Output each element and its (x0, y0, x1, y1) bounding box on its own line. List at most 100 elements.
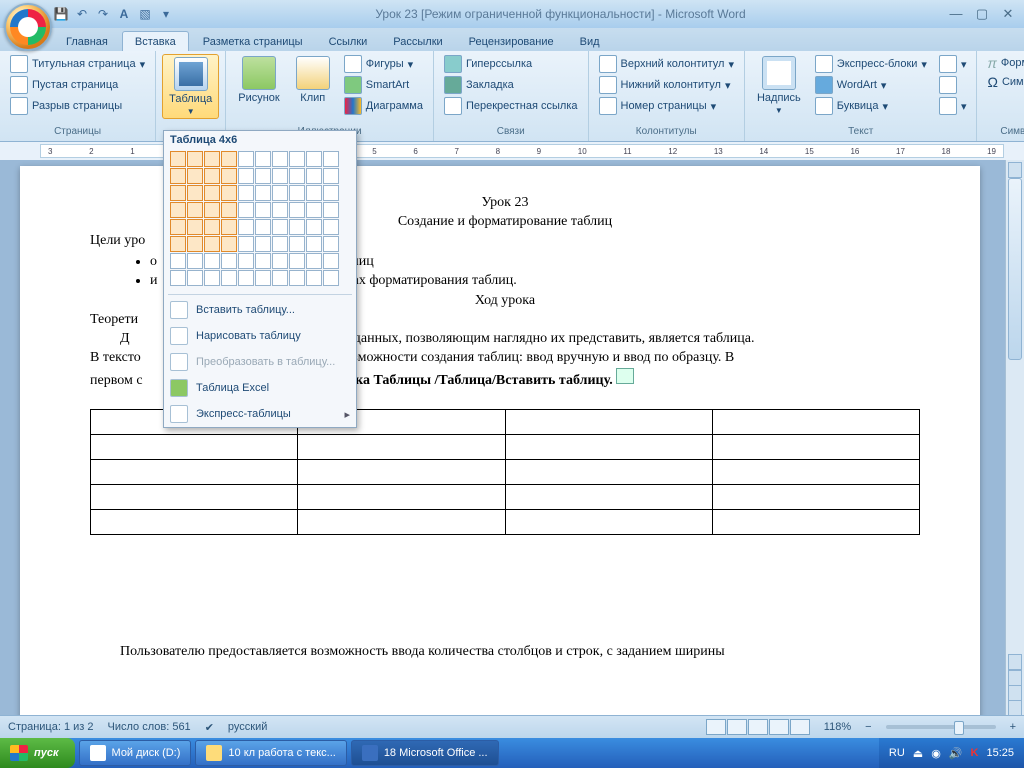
grid-cell[interactable] (289, 202, 305, 218)
grid-cell[interactable] (272, 236, 288, 252)
undo-icon[interactable]: ↶ (73, 5, 91, 23)
grid-cell[interactable] (255, 253, 271, 269)
status-page[interactable]: Страница: 1 из 2 (8, 721, 94, 733)
grid-cell[interactable] (187, 185, 203, 201)
grid-cell[interactable] (289, 219, 305, 235)
grid-cell[interactable] (187, 168, 203, 184)
grid-cell[interactable] (323, 270, 339, 286)
grid-cell[interactable] (187, 202, 203, 218)
grid-cell[interactable] (289, 168, 305, 184)
grid-cell[interactable] (221, 185, 237, 201)
scroll-down-button[interactable] (1008, 654, 1022, 670)
grid-cell[interactable] (289, 151, 305, 167)
grid-cell[interactable] (187, 253, 203, 269)
grid-cell[interactable] (272, 185, 288, 201)
grid-cell[interactable] (204, 168, 220, 184)
grid-cell[interactable] (170, 151, 186, 167)
start-button[interactable]: пуск (0, 738, 75, 768)
scroll-thumb[interactable] (1008, 178, 1022, 360)
grid-cell[interactable] (187, 151, 203, 167)
grid-cell[interactable] (238, 219, 254, 235)
grid-cell[interactable] (238, 151, 254, 167)
grid-cell[interactable] (238, 202, 254, 218)
zoom-in-button[interactable]: + (1010, 721, 1016, 733)
menu-draw-table[interactable]: Нарисовать таблицу (164, 323, 356, 349)
grid-cell[interactable] (204, 253, 220, 269)
grid-cell[interactable] (238, 270, 254, 286)
grid-cell[interactable] (255, 219, 271, 235)
grid-cell[interactable] (221, 236, 237, 252)
grid-cell[interactable] (170, 185, 186, 201)
tray-kaspersky-icon[interactable]: K (971, 747, 979, 759)
grid-cell[interactable] (255, 202, 271, 218)
zoom-level[interactable]: 118% (824, 721, 851, 733)
menu-insert-table[interactable]: Вставить таблицу... (164, 297, 356, 323)
grid-cell[interactable] (204, 151, 220, 167)
grid-cell[interactable] (323, 219, 339, 235)
equation-button[interactable]: πФормула ▾ (983, 54, 1024, 72)
grid-cell[interactable] (306, 219, 322, 235)
tab-insert[interactable]: Вставка (122, 31, 189, 51)
view-outline[interactable] (769, 719, 789, 735)
grid-cell[interactable] (289, 270, 305, 286)
crossref-button[interactable]: Перекрестная ссылка (440, 96, 582, 116)
grid-cell[interactable] (221, 219, 237, 235)
grid-cell[interactable] (221, 253, 237, 269)
grid-cell[interactable] (306, 185, 322, 201)
next-page-button[interactable] (1008, 700, 1022, 716)
grid-cell[interactable] (170, 219, 186, 235)
grid-cell[interactable] (170, 270, 186, 286)
grid-cell[interactable] (272, 168, 288, 184)
close-button[interactable]: ✕ (998, 6, 1018, 22)
grid-cell[interactable] (187, 236, 203, 252)
grid-cell[interactable] (272, 151, 288, 167)
grid-cell[interactable] (238, 168, 254, 184)
tray-clock[interactable]: 15:25 (986, 747, 1014, 759)
grid-cell[interactable] (323, 151, 339, 167)
tray-lang[interactable]: RU (889, 747, 905, 759)
grid-cell[interactable] (238, 185, 254, 201)
blank-page-button[interactable]: Пустая страница (6, 75, 149, 95)
maximize-button[interactable]: ▢ (972, 6, 992, 22)
browse-object-button[interactable] (1008, 685, 1022, 701)
menu-excel-table[interactable]: Таблица Excel (164, 375, 356, 401)
grid-cell[interactable] (238, 253, 254, 269)
quickparts-button[interactable]: Экспресс-блоки ▾ (811, 54, 931, 74)
grid-cell[interactable] (255, 151, 271, 167)
grid-cell[interactable] (204, 236, 220, 252)
sig-line-button[interactable]: ▾ (935, 54, 971, 74)
grid-cell[interactable] (221, 168, 237, 184)
paste-options-icon[interactable] (616, 368, 634, 384)
grid-cell[interactable] (221, 270, 237, 286)
grid-cell[interactable] (187, 270, 203, 286)
grid-cell[interactable] (238, 236, 254, 252)
grid-cell[interactable] (221, 151, 237, 167)
redo-icon[interactable]: ↷ (94, 5, 112, 23)
save-icon[interactable]: 💾 (52, 5, 70, 23)
view-print-layout[interactable] (706, 719, 726, 735)
hyperlink-button[interactable]: Гиперссылка (440, 54, 582, 74)
grid-cell[interactable] (221, 202, 237, 218)
taskbar-item-disk[interactable]: Мой диск (D:) (79, 740, 192, 766)
shapes-button[interactable]: Фигуры ▾ (340, 54, 427, 74)
object-button[interactable]: ▾ (935, 96, 971, 116)
qat-book-icon[interactable]: ▧ (136, 5, 154, 23)
tab-references[interactable]: Ссылки (317, 32, 380, 51)
grid-cell[interactable] (306, 202, 322, 218)
minimize-button[interactable]: ― (946, 6, 966, 22)
smartart-button[interactable]: SmartArt (340, 75, 427, 95)
grid-cell[interactable] (204, 202, 220, 218)
grid-cell[interactable] (323, 202, 339, 218)
table-button[interactable]: Таблица▼ (162, 54, 219, 119)
grid-cell[interactable] (255, 185, 271, 201)
grid-cell[interactable] (255, 168, 271, 184)
grid-cell[interactable] (306, 151, 322, 167)
tab-mailings[interactable]: Рассылки (381, 32, 454, 51)
grid-cell[interactable] (323, 253, 339, 269)
grid-cell[interactable] (255, 236, 271, 252)
tab-home[interactable]: Главная (54, 32, 120, 51)
taskbar-item-folder[interactable]: 10 кл работа с текс... (195, 740, 346, 766)
grid-cell[interactable] (323, 168, 339, 184)
page-break-button[interactable]: Разрыв страницы (6, 96, 149, 116)
header-button[interactable]: Верхний колонтитул ▾ (595, 54, 738, 74)
